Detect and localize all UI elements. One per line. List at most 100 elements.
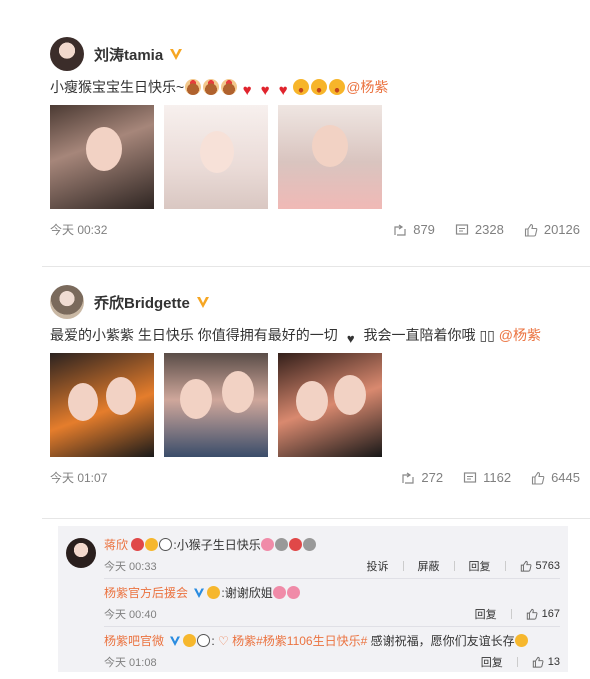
- shocked-emoji-icon: [293, 79, 310, 95]
- shocked-emoji-icon: [329, 79, 346, 95]
- comment-icon: [455, 223, 469, 235]
- cake-emoji-icon: [221, 79, 238, 95]
- weibo-post: 刘涛tamia 小瘦猴宝宝生日快乐~ ♥ ♥ ♥ @杨紫 今天 00:32 879 23…: [50, 36, 580, 238]
- avatar[interactable]: [66, 538, 96, 568]
- avatar[interactable]: [50, 37, 84, 71]
- post-image[interactable]: [164, 105, 268, 209]
- block-button[interactable]: 屏蔽: [418, 558, 440, 574]
- emoji-icon: [197, 634, 211, 647]
- post-text-body: 最爱的小紫紫 生日快乐 你值得拥有最好的一切: [50, 327, 338, 343]
- mention-link[interactable]: @杨紫: [499, 327, 541, 343]
- repost-count: 272: [421, 470, 444, 485]
- avatar[interactable]: [50, 285, 84, 319]
- like-button[interactable]: 20126: [524, 222, 580, 237]
- comment-time: 今天 01:08: [104, 657, 157, 669]
- like-count: 20126: [543, 222, 580, 237]
- comment-button[interactable]: 2328: [455, 222, 504, 237]
- post-images: [50, 353, 580, 457]
- like-icon: [532, 471, 545, 485]
- repost-icon: [394, 224, 406, 236]
- page-bottom: [0, 672, 590, 679]
- like-count: 5763: [535, 560, 560, 572]
- cake-emoji-icon: [203, 79, 220, 95]
- topic-link[interactable]: ♡ 杨紫#杨紫1106生日快乐#: [218, 634, 367, 648]
- comment-count: 1162: [483, 470, 512, 485]
- post-author-row: 刘涛tamia: [50, 36, 580, 72]
- reply-button[interactable]: 回复: [475, 606, 497, 622]
- heart-emoji-icon: [286, 586, 300, 599]
- comment-time: 今天 00:33: [104, 561, 157, 573]
- post-actions: 879 2328 20126: [393, 222, 580, 237]
- comment-count: 2328: [474, 222, 504, 237]
- reply-button[interactable]: 回复: [469, 558, 491, 574]
- post-meta: 今天 00:32 879 2328 20126: [50, 221, 580, 238]
- post-time[interactable]: 今天 00:32: [50, 221, 107, 238]
- post-time[interactable]: 今天 01:07: [50, 469, 107, 486]
- emoji-icon: [302, 538, 316, 551]
- post-meta: 今天 01:07 272 1162 6445: [50, 469, 580, 486]
- comment-icon: [464, 471, 477, 483]
- divider: [42, 518, 590, 519]
- emoji-icon: [207, 586, 221, 599]
- repost-button[interactable]: 272: [401, 470, 443, 485]
- post-author-row: 乔欣Bridgette: [50, 284, 580, 320]
- post-image[interactable]: [164, 353, 268, 457]
- mention-link[interactable]: @杨紫: [346, 79, 388, 95]
- separator: [504, 561, 506, 571]
- verified-badge-icon: [196, 295, 210, 309]
- comment-time: 今天 00:40: [104, 609, 157, 621]
- separator: [510, 609, 512, 619]
- comment-like-button[interactable]: 167: [526, 608, 560, 620]
- comment-thread: 蒋欣 :小猴子生日快乐 今天 00:33 投诉 屏蔽 回复 5763 杨紫官方后…: [58, 526, 568, 679]
- like-count: 13: [547, 656, 560, 668]
- weibo-post: 乔欣Bridgette 最爱的小紫紫 生日快乐 你值得拥有最好的一切 ♥ 我会一…: [50, 284, 580, 486]
- post-image[interactable]: [278, 353, 382, 457]
- comment-like-button[interactable]: 5763: [520, 560, 560, 572]
- divider: [104, 578, 560, 579]
- divider: [42, 266, 590, 267]
- topic-text: 杨紫#杨紫1106生日快乐#: [228, 634, 368, 648]
- like-icon: [532, 656, 544, 668]
- comment-like-button[interactable]: 13: [532, 656, 560, 668]
- verified-badge-icon: [169, 47, 183, 61]
- emoji-icon: [514, 634, 528, 647]
- cake-emoji-icon: [260, 538, 274, 551]
- repost-button[interactable]: 879: [393, 222, 435, 237]
- report-button[interactable]: 投诉: [367, 558, 389, 574]
- emoji-icon: [288, 538, 302, 551]
- reply-button[interactable]: 回复: [481, 654, 503, 670]
- emoji-icon: [145, 538, 159, 551]
- verified-badge-icon: [193, 587, 205, 599]
- repost-icon: [402, 472, 415, 484]
- post-text-body: 小瘦猴宝宝生日快乐~: [50, 79, 185, 95]
- comment-text: :小猴子生日快乐: [173, 538, 261, 552]
- black-heart-icon: ♥: [346, 331, 355, 346]
- reply-item: 杨紫官方后援会 :谢谢欣姐 今天 00:40 回复 167: [104, 584, 560, 622]
- post-text: 最爱的小紫紫 生日快乐 你值得拥有最好的一切 ♥ 我会一直陪着你哦 ▯▯ @杨紫: [50, 324, 580, 347]
- post-image[interactable]: [278, 105, 382, 209]
- post-image[interactable]: [50, 353, 154, 457]
- author-name[interactable]: 刘涛tamia: [94, 44, 163, 65]
- commenter-name[interactable]: 蒋欣: [104, 538, 128, 552]
- post-image[interactable]: [50, 105, 154, 209]
- comment-button[interactable]: 1162: [463, 470, 511, 485]
- verified-badge-icon: [169, 635, 181, 647]
- comment-text: 感谢祝福，愿你们友谊长存: [367, 634, 515, 648]
- post-images: [50, 105, 580, 209]
- reply-item: 杨紫吧官微 : ♡ 杨紫#杨紫1106生日快乐# 感谢祝福，愿你们友谊长存 今天…: [104, 634, 560, 670]
- like-count: 167: [541, 608, 560, 620]
- commenter-name[interactable]: 杨紫官方后援会: [104, 586, 188, 600]
- cake-emoji-icon: [185, 79, 202, 95]
- heart-emoji-icon: ♥: [278, 82, 288, 99]
- author-name[interactable]: 乔欣Bridgette: [94, 292, 190, 313]
- like-button[interactable]: 6445: [531, 470, 580, 485]
- like-icon: [524, 223, 538, 237]
- comment-text: :谢谢欣姐: [221, 586, 273, 600]
- heart-emoji-icon: ♥: [260, 82, 270, 99]
- divider: [104, 626, 560, 627]
- separator: [516, 657, 518, 667]
- emoji-icon: [159, 538, 173, 551]
- like-icon: [526, 608, 538, 620]
- commenter-name[interactable]: 杨紫吧官微: [104, 634, 164, 648]
- post-text-body: 我会一直陪着你哦 ▯▯: [359, 327, 499, 343]
